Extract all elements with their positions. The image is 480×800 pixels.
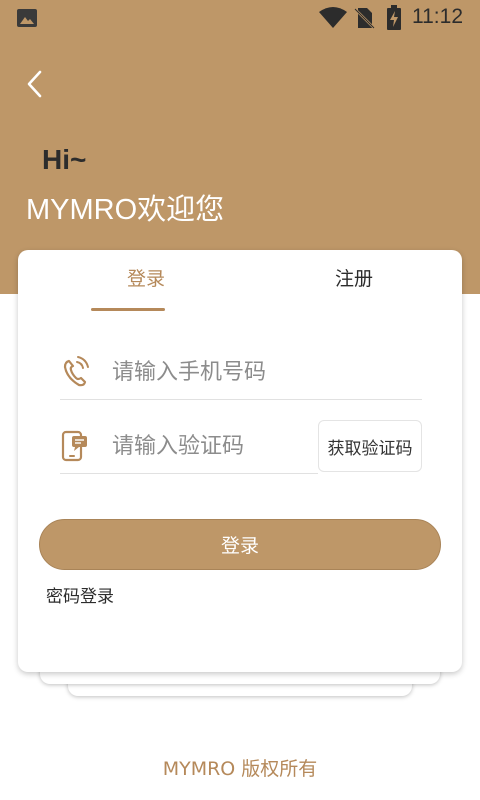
status-bar: 11:12 [0, 0, 480, 36]
login-button[interactable]: 登录 [39, 519, 441, 570]
battery-charging-icon [387, 5, 401, 30]
back-button[interactable] [20, 66, 52, 102]
password-login-link[interactable]: 密码登录 [46, 582, 114, 607]
login-card: 登录 注册 获取验证码 登录 密码登录 [18, 250, 462, 672]
greeting-text: Hi~ [42, 144, 87, 175]
phone-input[interactable] [112, 352, 412, 392]
active-tab-indicator [91, 308, 165, 311]
chevron-left-icon [27, 70, 42, 98]
welcome-text: MYMRO欢迎您 [26, 194, 225, 226]
no-sim-icon [354, 8, 375, 29]
copyright-text: MYMRO 版权所有 [162, 758, 318, 780]
phone-icon [63, 356, 89, 387]
tab-login[interactable]: 登录 [108, 264, 184, 291]
code-field-row [60, 418, 318, 474]
image-icon [17, 9, 37, 27]
get-code-button[interactable]: 获取验证码 [318, 420, 422, 472]
code-input[interactable] [112, 426, 312, 466]
phone-field-row [60, 344, 422, 400]
wifi-icon [319, 7, 347, 28]
tab-register[interactable]: 注册 [314, 264, 394, 291]
mobile-message-icon [61, 430, 87, 462]
status-time: 11:12 [412, 5, 463, 28]
